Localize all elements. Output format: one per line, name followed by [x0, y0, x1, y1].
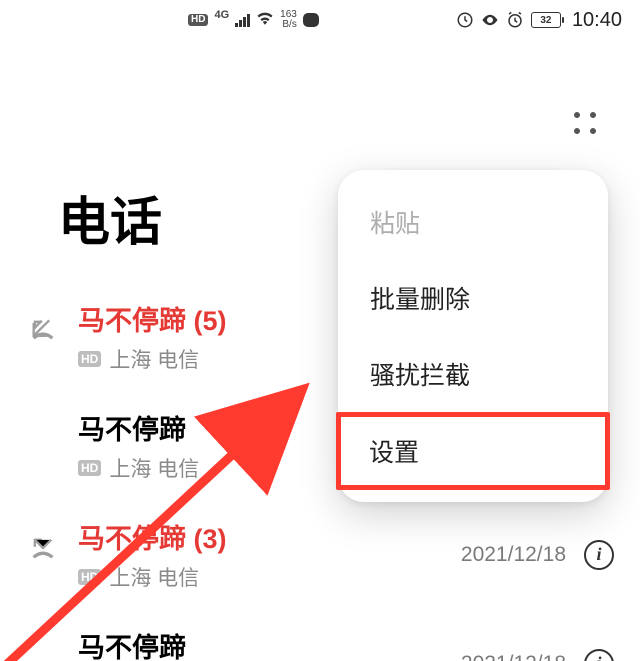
call-row[interactable]: 马不停蹄 HD 上海 电信 2021/12/18 i [0, 618, 640, 661]
wifi-icon [256, 11, 274, 30]
phone-screen: HD 4G 163B/s 32 10:40 电话 [0, 0, 640, 661]
clock: 10:40 [572, 9, 622, 32]
call-row[interactable]: 马不停蹄 (3) HD 上海 电信 2021/12/18 i [0, 509, 640, 618]
menu-item-batch-delete[interactable]: 批量删除 [338, 260, 608, 336]
call-name: 马不停蹄 [78, 626, 461, 661]
call-location: 上海 电信 [109, 562, 199, 592]
status-right: 32 10:40 [456, 9, 622, 32]
hd-indicator: HD [188, 14, 208, 26]
call-date: 2021/12/18 [461, 543, 566, 567]
call-name: 马不停蹄 (3) [78, 517, 461, 556]
status-left: HD 4G 163B/s [188, 10, 319, 30]
hd-badge: HD [78, 569, 101, 585]
menu-item-block[interactable]: 骚扰拦截 [338, 336, 608, 412]
signal-icon [235, 13, 250, 27]
alarm-icon [506, 11, 524, 29]
info-icon[interactable]: i [584, 540, 614, 570]
network-gen: 4G [214, 9, 229, 21]
hd-badge: HD [78, 351, 101, 367]
message-icon [303, 13, 319, 27]
info-icon[interactable]: i [584, 649, 614, 661]
net-speed: 163B/s [280, 10, 297, 30]
call-location: 上海 电信 [109, 344, 199, 374]
menu-item-paste[interactable]: 粘贴 [338, 184, 608, 260]
status-bar: HD 4G 163B/s 32 10:40 [0, 0, 640, 40]
eye-icon [481, 11, 499, 29]
menu-item-settings[interactable]: 设置 [336, 412, 610, 490]
missed-call-icon [26, 313, 60, 347]
call-date: 2021/12/18 [461, 652, 566, 661]
hd-badge: HD [78, 460, 101, 476]
circle-icon [456, 11, 474, 29]
missed-call-icon [26, 531, 60, 565]
battery-icon: 32 [531, 12, 561, 28]
call-location: 上海 电信 [109, 453, 199, 483]
more-menu-button[interactable] [574, 112, 596, 134]
context-menu: 粘贴 批量删除 骚扰拦截 设置 [338, 170, 608, 502]
